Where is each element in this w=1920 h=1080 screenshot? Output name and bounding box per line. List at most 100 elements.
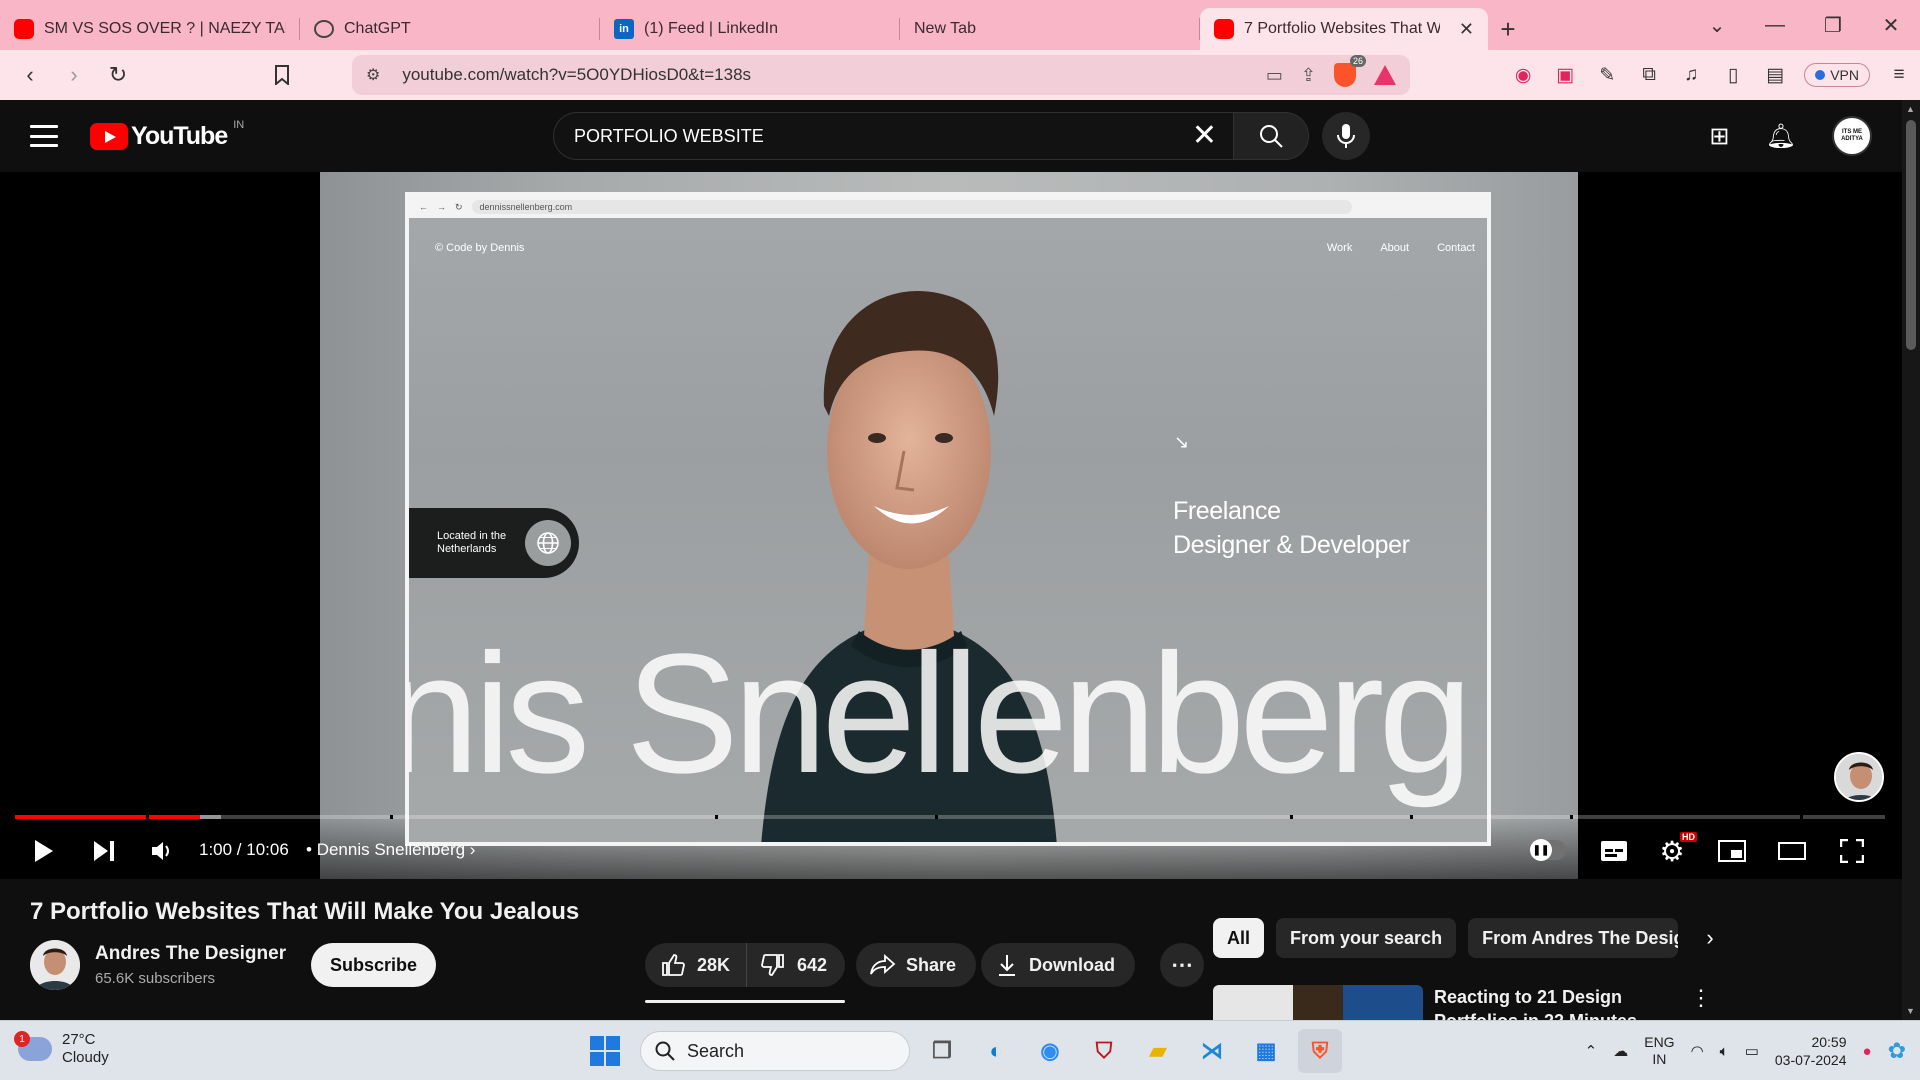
clock[interactable]: 20:59 03-07-2024: [1775, 1033, 1847, 1069]
weather-widget[interactable]: 1 27°C Cloudy: [14, 1031, 109, 1067]
more-actions-button[interactable]: ⋯: [1160, 943, 1204, 987]
search-button[interactable]: [1233, 112, 1309, 160]
youtube-logo[interactable]: YouTube IN: [90, 119, 244, 151]
tab-title: New Tab: [914, 20, 976, 37]
brave-browser-icon[interactable]: ⛨: [1298, 1029, 1342, 1073]
chapter-marker: [390, 815, 393, 819]
chips-next-arrow-icon[interactable]: ›: [1690, 918, 1730, 958]
channel-watermark[interactable]: [1834, 752, 1884, 802]
search-input[interactable]: PORTFOLIO WEBSITE ✕: [553, 112, 1233, 160]
brave-shields-icon[interactable]: 26: [1334, 55, 1366, 87]
music-icon[interactable]: ♫: [1678, 64, 1704, 86]
chevron-up-icon[interactable]: ⌃: [1585, 1042, 1598, 1060]
guide-menu-icon[interactable]: [30, 122, 58, 150]
clear-search-icon[interactable]: ✕: [1192, 121, 1217, 151]
close-window-button[interactable]: ✕: [1862, 13, 1920, 38]
autoplay-toggle[interactable]: ❚❚: [1530, 839, 1566, 861]
voice-search-button[interactable]: [1322, 112, 1370, 160]
play-button[interactable]: [24, 828, 64, 874]
tab-new[interactable]: New Tab: [900, 8, 1200, 50]
pen-extension-icon[interactable]: ✎: [1594, 64, 1620, 87]
account-avatar[interactable]: ITS ME ADITYA: [1832, 116, 1872, 156]
task-view-icon[interactable]: ❐: [920, 1029, 964, 1073]
minimize-button[interactable]: —: [1746, 14, 1804, 37]
video-player[interactable]: ← → ↻ dennissnellenberg.com © Code by Denn…: [0, 172, 1902, 879]
screenshot-browser-bar: ← → ↻ dennissnellenberg.com: [409, 196, 1487, 218]
chip-from-channel[interactable]: From Andres The Desig: [1468, 918, 1679, 958]
channel-name[interactable]: Andres The Designer: [95, 943, 286, 965]
tab-naezy[interactable]: SM VS SOS OVER ? | NAEZY TALKS A: [0, 8, 300, 50]
language-indicator[interactable]: ENG IN: [1644, 1034, 1674, 1068]
tab-search-icon[interactable]: ⌄: [1688, 13, 1746, 38]
chip-all[interactable]: All: [1213, 918, 1265, 958]
tab-linkedin[interactable]: in (1) Feed | LinkedIn: [600, 8, 900, 50]
sidebar-icon[interactable]: ▯: [1720, 64, 1746, 87]
create-video-icon[interactable]: ⊞: [1709, 122, 1729, 151]
mcafee-icon[interactable]: ⛉: [1082, 1029, 1126, 1073]
url-text[interactable]: youtube.com/watch?v=5O0YDHiosD0&t=138s: [402, 65, 751, 85]
forward-button[interactable]: ›: [52, 53, 96, 97]
extensions-puzzle-icon[interactable]: ⧉: [1636, 64, 1662, 86]
notifications-bell-icon[interactable]: 🔔︎: [1766, 122, 1796, 151]
browser-tab-strip: SM VS SOS OVER ? | NAEZY TALKS A ChatGPT…: [0, 0, 1920, 50]
played-bar: [15, 815, 201, 819]
scrollbar-thumb[interactable]: [1906, 120, 1916, 350]
theater-mode-button[interactable]: [1774, 828, 1810, 874]
subscribe-button[interactable]: Subscribe: [311, 943, 437, 987]
bookmark-icon[interactable]: [260, 53, 304, 97]
chip-from-your-search[interactable]: From your search: [1276, 918, 1457, 958]
next-button[interactable]: [84, 828, 124, 874]
download-button[interactable]: Download: [981, 943, 1135, 987]
related-video-title[interactable]: Reacting to 21 Design Portfolios in 22 M…: [1434, 985, 1664, 1025]
battery-icon[interactable]: ▭: [1745, 1042, 1759, 1060]
screen: SM VS SOS OVER ? | NAEZY TALKS A ChatGPT…: [0, 0, 1920, 1080]
vscode-icon[interactable]: ⋊: [1190, 1029, 1234, 1073]
tab-chatgpt[interactable]: ChatGPT: [300, 8, 600, 50]
chromium-app-icon[interactable]: ◉: [1028, 1029, 1072, 1073]
chapter-title[interactable]: • Dennis Snellenberg ›: [306, 840, 475, 860]
tab-youtube-active[interactable]: 7 Portfolio Websites That Will M ✕: [1200, 8, 1488, 50]
reload-button[interactable]: ↻: [96, 53, 140, 97]
onedrive-icon[interactable]: ☁: [1613, 1042, 1628, 1060]
video-frame[interactable]: ← → ↻ dennissnellenberg.com © Code by Denn…: [320, 172, 1578, 879]
record-extension-icon[interactable]: ◉: [1510, 64, 1536, 87]
notification-bell-icon[interactable]: ●: [1863, 1043, 1872, 1060]
search-query[interactable]: PORTFOLIO WEBSITE: [574, 126, 764, 147]
new-tab-button[interactable]: +: [1488, 8, 1528, 50]
brave-rewards-icon[interactable]: [1374, 65, 1396, 85]
site-settings-icon[interactable]: ⚙: [366, 65, 380, 85]
page-scrollbar[interactable]: ▲ ▼: [1902, 100, 1920, 1020]
subtitles-button[interactable]: [1596, 828, 1632, 874]
scroll-up-icon[interactable]: ▲: [1906, 104, 1915, 114]
wifi-icon[interactable]: ◠: [1691, 1042, 1704, 1060]
wallet-icon[interactable]: ▤: [1762, 64, 1788, 87]
media-extension-icon[interactable]: ▣: [1552, 64, 1578, 87]
microsoft-store-icon[interactable]: ▦: [1244, 1029, 1288, 1073]
restore-button[interactable]: ❐: [1804, 13, 1862, 38]
edge-icon[interactable]: ◐: [974, 1029, 1018, 1073]
taskbar-search[interactable]: Search: [640, 1031, 910, 1071]
like-button[interactable]: 28K: [645, 943, 748, 987]
menu-icon[interactable]: ≡: [1886, 64, 1912, 86]
channel-avatar[interactable]: [30, 940, 80, 990]
scroll-down-icon[interactable]: ▼: [1906, 1006, 1915, 1016]
theater-icon: [1778, 842, 1806, 860]
related-video-menu-icon[interactable]: ⋮: [1690, 985, 1712, 1011]
progress-bar[interactable]: [15, 815, 1885, 819]
related-video-thumbnail[interactable]: [1213, 985, 1423, 1025]
vpn-button[interactable]: VPN: [1804, 63, 1870, 87]
share-page-icon[interactable]: ⇪: [1301, 65, 1316, 86]
mute-button[interactable]: [142, 828, 182, 874]
cast-icon[interactable]: ▭: [1266, 65, 1283, 86]
start-button[interactable]: [590, 1036, 620, 1066]
address-bar[interactable]: ⚙ youtube.com/watch?v=5O0YDHiosD0&t=138s…: [352, 55, 1410, 95]
dislike-button[interactable]: 642: [747, 943, 841, 987]
close-tab-icon[interactable]: ✕: [1451, 19, 1474, 40]
back-button[interactable]: ‹: [8, 53, 52, 97]
miniplayer-button[interactable]: [1714, 828, 1750, 874]
share-button[interactable]: Share: [856, 943, 977, 987]
file-explorer-icon[interactable]: ▰: [1136, 1029, 1180, 1073]
copilot-icon[interactable]: ✿: [1888, 1038, 1906, 1064]
speaker-icon[interactable]: 🔈︎: [1720, 1043, 1729, 1060]
fullscreen-button[interactable]: [1834, 828, 1870, 874]
